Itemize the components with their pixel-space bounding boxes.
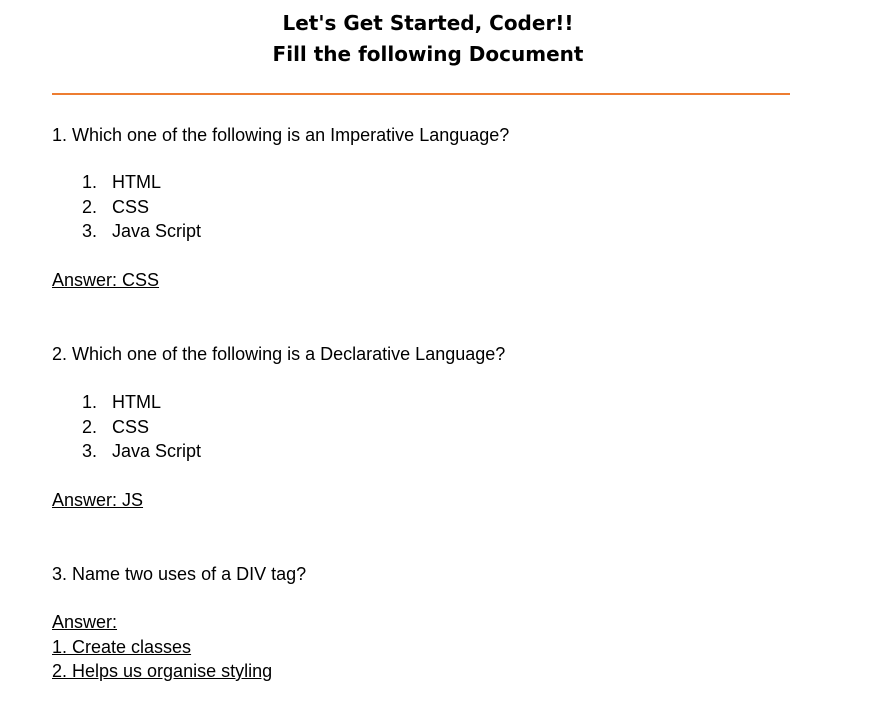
question-2-option-1: 1. HTML (82, 390, 161, 414)
question-1-option-2: 2. CSS (82, 195, 149, 219)
option-label: HTML (112, 172, 161, 192)
option-label: Java Script (112, 221, 202, 241)
question-2-answer: Answer: JS (52, 490, 144, 510)
option-number: 2. (82, 417, 98, 437)
question-1-answer: Answer: CSS (52, 270, 160, 290)
document-page: Let's Get Started, Coder!! Fill the foll… (0, 0, 887, 702)
option-label: HTML (112, 392, 161, 412)
option-number: 1. (82, 392, 98, 412)
question-2: 2. Which one of the following is a Decla… (52, 344, 506, 364)
header-divider (52, 93, 790, 95)
question-3-answer-line-2: 2. Helps us organise styling (52, 661, 273, 681)
document-subtitle: Fill the following Document (272, 42, 584, 66)
question-1-option-3: 3. Java Script (82, 219, 201, 243)
option-label: CSS (112, 197, 150, 217)
option-number: 1. (82, 172, 98, 192)
question-3: 3. Name two uses of a DIV tag? (52, 564, 307, 584)
option-label: Java Script (112, 441, 202, 461)
option-number: 3. (82, 441, 98, 461)
option-number: 3. (82, 221, 98, 241)
question-1: 1. Which one of the following is an Impe… (52, 125, 510, 145)
question-3-answer-line-1: 1. Create classes (52, 637, 192, 657)
document-title: Let's Get Started, Coder!! (282, 11, 574, 35)
question-2-option-2: 2. CSS (82, 415, 149, 439)
question-1-option-1: 1. HTML (82, 170, 161, 194)
question-3-answer: Answer: (52, 612, 118, 632)
option-number: 2. (82, 197, 98, 217)
option-label: CSS (112, 417, 150, 437)
question-2-option-3: 3. Java Script (82, 439, 201, 463)
